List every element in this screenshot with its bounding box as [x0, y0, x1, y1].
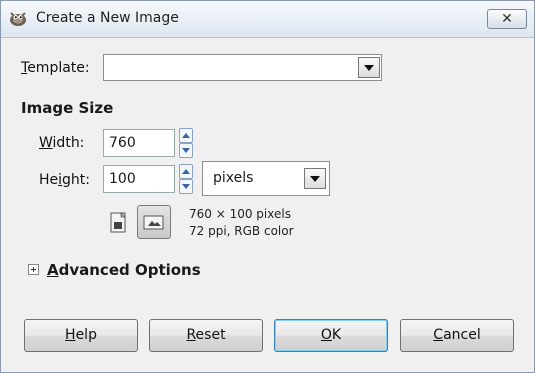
advanced-options-toggle[interactable]: Advanced Options — [47, 261, 201, 279]
height-input[interactable]: 100 — [103, 165, 175, 193]
image-size-heading: Image Size — [21, 99, 114, 117]
spin-up-icon[interactable] — [179, 128, 193, 143]
template-combo[interactable] — [103, 54, 382, 81]
gimp-app-icon — [10, 12, 26, 26]
image-dimensions-info: 760 × 100 pixels — [189, 207, 291, 221]
dropdown-arrow-icon — [364, 65, 374, 71]
unit-value: pixels — [213, 170, 254, 186]
landscape-button[interactable] — [137, 205, 171, 239]
title-bar: Create a New Image ✕ — [1, 1, 534, 38]
landscape-icon — [143, 215, 164, 230]
dialog-title: Create a New Image — [36, 10, 179, 26]
create-new-image-dialog: Create a New Image ✕ Template: Image Siz… — [0, 0, 535, 373]
unit-combo[interactable]: pixels — [202, 161, 330, 196]
spin-down-icon[interactable] — [179, 143, 193, 158]
height-spinner[interactable] — [179, 164, 193, 194]
spin-down-icon[interactable] — [179, 179, 193, 194]
height-label: Height: — [39, 172, 90, 188]
reset-button[interactable]: Reset — [149, 319, 263, 352]
template-label: Template: — [21, 60, 90, 76]
width-spinner[interactable] — [179, 128, 193, 158]
expander-plus-icon[interactable] — [28, 264, 39, 275]
image-resolution-info: 72 ppi, RGB color — [189, 224, 294, 238]
width-input[interactable]: 760 — [103, 129, 175, 157]
template-dropdown-button[interactable] — [358, 57, 380, 78]
spin-up-icon[interactable] — [179, 164, 193, 179]
unit-dropdown-button[interactable] — [304, 168, 326, 189]
portrait-icon[interactable] — [107, 211, 129, 235]
close-icon: ✕ — [501, 11, 513, 27]
width-label: Width: — [39, 135, 85, 151]
cancel-button[interactable]: Cancel — [400, 319, 514, 352]
close-button[interactable]: ✕ — [487, 9, 527, 29]
ok-button[interactable]: OK — [274, 319, 388, 352]
dropdown-arrow-icon — [310, 176, 320, 182]
help-button[interactable]: Help — [24, 319, 138, 352]
